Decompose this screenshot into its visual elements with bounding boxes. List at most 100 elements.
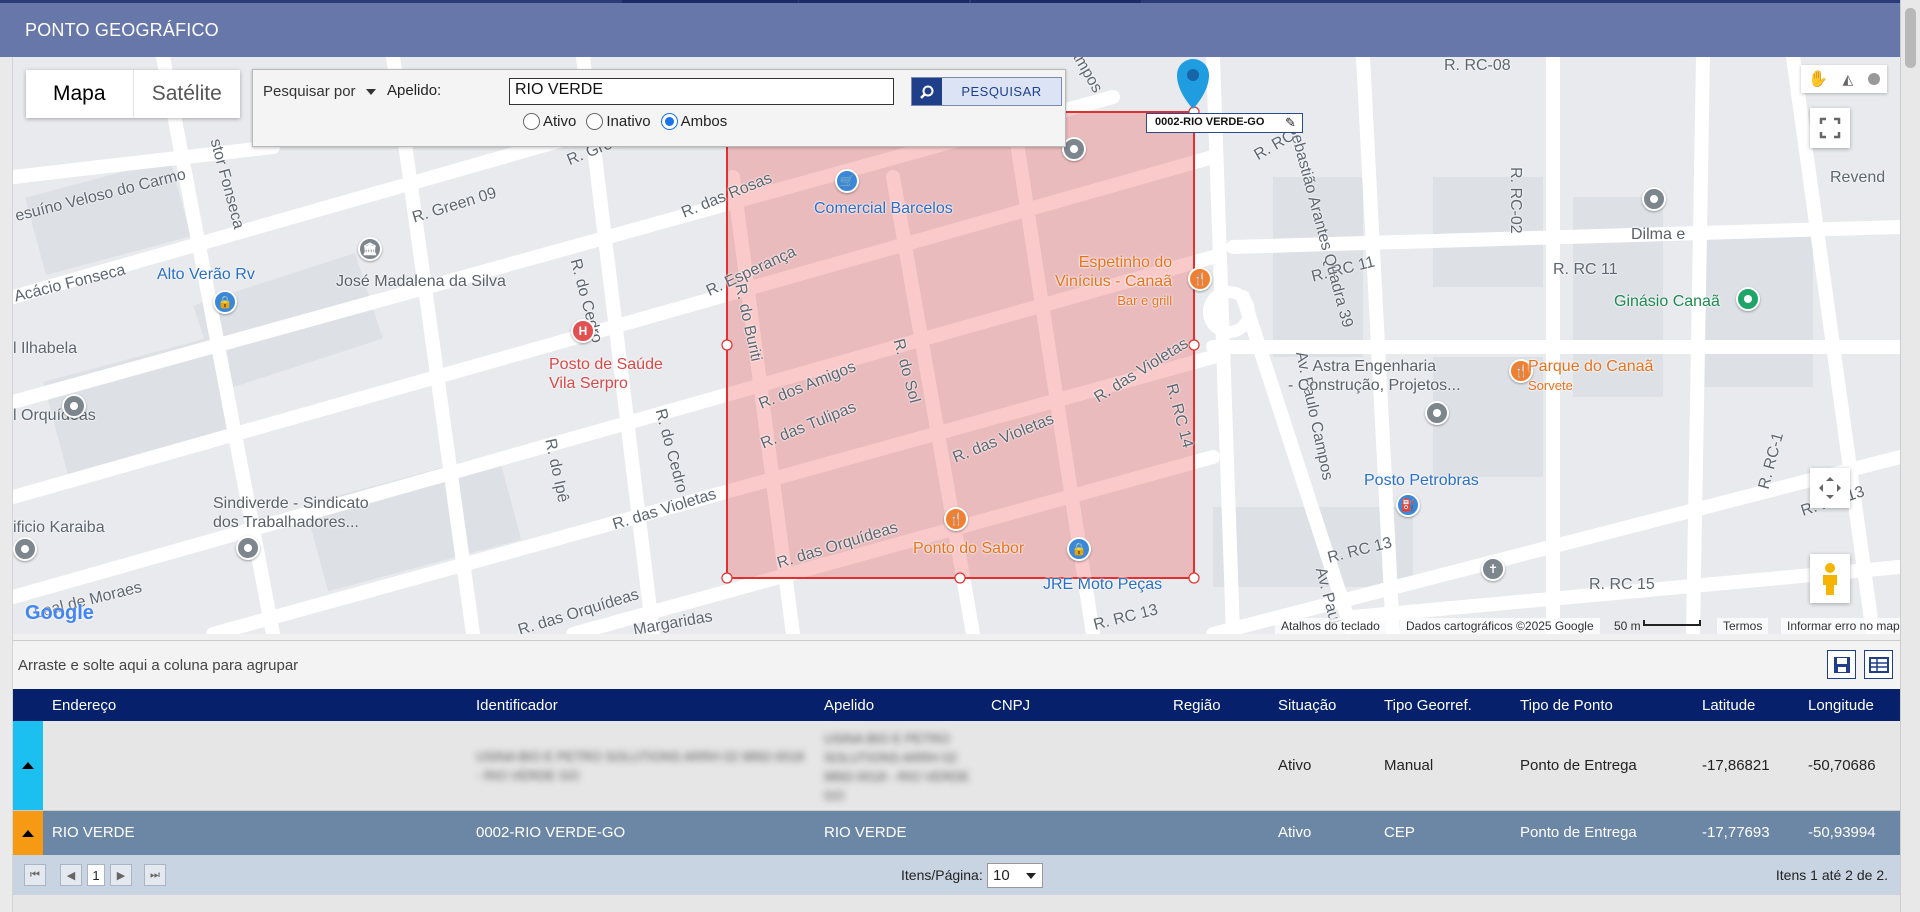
first-page-button[interactable]: ⏮ — [24, 864, 46, 886]
chevron-down-icon[interactable] — [366, 89, 376, 95]
points-table: Endereço Identificador Apelido CNPJ Regi… — [13, 689, 1900, 855]
group-by-bar[interactable]: Arraste e solte aqui a coluna para agrup… — [13, 640, 1900, 689]
row-expand-button[interactable] — [13, 811, 43, 855]
place-pin-icon[interactable] — [13, 537, 37, 561]
street-label: R. RC 11 — [1553, 261, 1618, 278]
col-endereco[interactable]: Endereço — [52, 697, 116, 714]
table-header: Endereço Identificador Apelido CNPJ Regi… — [13, 689, 1900, 721]
marker-label[interactable]: 0002-RIO VERDE-GO ✎ — [1146, 113, 1303, 133]
radio-icon[interactable] — [586, 113, 604, 130]
store-pin-icon[interactable]: 🛒 — [835, 169, 859, 193]
poi-posto-saude[interactable]: Posto de Saúde Vila Serpro — [549, 355, 663, 393]
poi-comercial-barcelos[interactable]: Comercial Barcelos — [814, 199, 953, 218]
restaurant-pin-icon[interactable]: 🍴 — [944, 507, 968, 531]
poi-ponto-sabor[interactable]: Ponto do Sabor — [913, 539, 1024, 558]
cell-longitude: -50,70686 — [1808, 757, 1876, 774]
poi-alto-verao[interactable]: Alto Verão Rv — [157, 265, 255, 284]
gas-station-pin-icon[interactable]: ⛽ — [1396, 493, 1420, 517]
poi-ginasio[interactable]: Ginásio Canaã — [1614, 292, 1720, 311]
edit-pencil-icon[interactable]: ✎ — [1285, 115, 1296, 131]
poi-dilma[interactable]: Dilma e — [1631, 225, 1685, 244]
col-situacao[interactable]: Situação — [1278, 697, 1336, 714]
items-per-page-select[interactable]: 10 — [987, 863, 1043, 888]
cell-apelido: USINA BIO E PETRO SOLUTIONS ARRH 02 9892… — [824, 731, 970, 803]
table-row[interactable]: USINA BIO E PETRO SOLUTIONS ARRH 02 9892… — [13, 721, 1900, 811]
col-tipo-georref[interactable]: Tipo Georref. — [1384, 697, 1472, 714]
keyboard-shortcuts-link[interactable]: Atalhos do teclado — [1275, 618, 1386, 634]
poi-posto-petrobras[interactable]: Posto Petrobras — [1364, 471, 1479, 490]
search-by-dropdown[interactable]: Pesquisar por — [263, 83, 356, 100]
gym-pin-icon[interactable] — [1736, 287, 1760, 311]
report-error-link[interactable]: Informar erro no mapa — [1781, 618, 1900, 634]
polygon-draw-icon[interactable]: ◭ — [1843, 71, 1854, 88]
street-view-button[interactable] — [1810, 554, 1850, 603]
pin-dot — [1650, 195, 1658, 203]
poi-parque[interactable]: Parque do Canaã Sorvete — [1528, 357, 1653, 395]
header-tab-strip — [799, 0, 969, 3]
place-pin-icon[interactable] — [1642, 187, 1666, 211]
items-per-page-label: Itens/Página: — [901, 867, 983, 883]
status-radio-ativo[interactable]: Ativo — [523, 113, 576, 130]
scrollbar-thumb[interactable] — [1905, 8, 1916, 68]
pegman-icon — [1823, 562, 1837, 595]
status-radio-inativo[interactable]: Inativo — [586, 113, 651, 130]
lock-pin-icon[interactable]: 🔒 — [213, 290, 237, 314]
last-page-button[interactable]: ⏭ — [144, 864, 166, 886]
col-tipo-ponto[interactable]: Tipo de Ponto — [1520, 697, 1613, 714]
camera-control-button[interactable] — [1810, 468, 1850, 508]
cell-situacao: Ativo — [1278, 757, 1312, 774]
export-excel-button[interactable] — [1864, 650, 1893, 679]
place-pin-icon[interactable] — [236, 536, 260, 560]
map-view[interactable]: R. RC-08 R. RC-02 R. RC 11 R. RC 11 R. R… — [13, 57, 1900, 634]
cell-latitude: -17,86821 — [1702, 757, 1770, 774]
map-type-satellite-button[interactable]: Satélite — [134, 70, 241, 118]
col-cnpj[interactable]: CNPJ — [991, 697, 1030, 714]
page-scrollbar[interactable] — [1900, 0, 1920, 912]
place-pin-icon[interactable] — [62, 394, 86, 418]
pin-dot — [70, 402, 78, 410]
church-pin-icon[interactable]: ✝ — [1481, 557, 1505, 581]
poi-jose-madalena[interactable]: José Madalena da Silva — [336, 272, 506, 291]
place-pin-icon[interactable] — [1425, 401, 1449, 425]
search-button[interactable]: PESQUISAR — [911, 77, 1062, 106]
restaurant-pin-icon[interactable]: 🍴 — [1188, 267, 1212, 291]
pin-dot — [1433, 409, 1441, 417]
col-latitude[interactable]: Latitude — [1702, 697, 1755, 714]
col-longitude[interactable]: Longitude — [1808, 697, 1874, 714]
map-type-map-button[interactable]: Mapa — [26, 70, 134, 118]
poi-jre[interactable]: JRE Moto Peças — [1043, 575, 1162, 594]
status-radio-ambos[interactable]: Ambos — [660, 113, 728, 130]
header-tab-strip — [622, 0, 798, 3]
search-button-label: PESQUISAR — [942, 78, 1061, 105]
hand-pan-icon[interactable]: ✋ — [1808, 69, 1828, 89]
poi-astra[interactable]: Astra Engenharia - Construção, Projetos.… — [1288, 357, 1461, 395]
chevron-down-icon — [1026, 873, 1036, 879]
poi-sindiverde[interactable]: Sindiverde - Sindicato dos Trabalhadores… — [213, 494, 369, 532]
col-regiao[interactable]: Região — [1173, 697, 1221, 714]
lock-pin-icon[interactable]: 🔒 — [1067, 537, 1091, 561]
pin-dot — [244, 544, 252, 552]
apelido-input[interactable]: RIO VERDE — [509, 78, 894, 105]
poi-parque-category: Sorvete — [1528, 378, 1573, 393]
col-apelido[interactable]: Apelido — [824, 697, 874, 714]
cell-tipo-ponto: Ponto de Entrega — [1520, 824, 1637, 841]
status-label: Ativo — [543, 113, 577, 130]
radio-selected-icon[interactable] — [660, 113, 678, 130]
cell-tipo-ponto: Ponto de Entrega — [1520, 757, 1637, 774]
next-page-button[interactable]: ▶ — [110, 864, 132, 886]
radio-icon[interactable] — [523, 113, 540, 130]
fullscreen-button[interactable] — [1810, 108, 1850, 148]
poi-espetinho[interactable]: Espetinho do Vinícius - Canaã Bar e grill — [1055, 253, 1172, 310]
circle-draw-icon[interactable] — [1867, 73, 1880, 85]
status-label: Ambos — [680, 113, 728, 130]
street-label: R. RC-02 — [1507, 167, 1524, 234]
row-expand-button[interactable] — [13, 721, 43, 810]
hospital-pin-icon[interactable]: H — [571, 319, 595, 343]
table-row-selected[interactable]: RIO VERDE 0002-RIO VERDE-GO RIO VERDE At… — [13, 811, 1900, 855]
terms-link[interactable]: Termos — [1717, 618, 1769, 634]
prev-page-button[interactable]: ◀ — [60, 864, 82, 886]
current-page[interactable]: 1 — [87, 864, 105, 886]
save-layout-button[interactable] — [1827, 650, 1856, 679]
col-identificador[interactable]: Identificador — [476, 697, 558, 714]
building-pin-icon[interactable]: 🏛 — [358, 237, 382, 261]
